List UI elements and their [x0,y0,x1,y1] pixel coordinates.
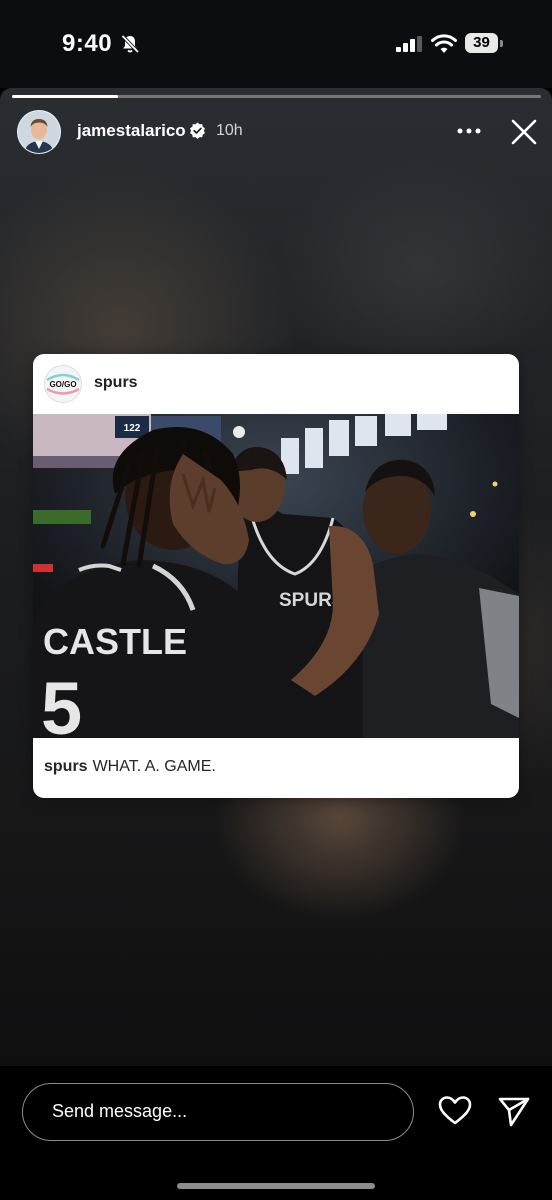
send-message-input[interactable]: Send message... [22,1083,414,1141]
story-progress-fill [12,95,118,98]
profile-avatar[interactable] [17,110,61,154]
spurs-logo-text: GO/GO [49,380,76,389]
cellular-signal-icon [396,36,422,52]
jersey-number-text: 5 [41,667,82,738]
story-viewer[interactable]: jamestalarico 10h GO/GO spurs 122 SPURS … [0,88,552,1066]
home-indicator[interactable] [177,1183,375,1189]
status-bar: 9:40 39 [0,0,552,88]
send-message-placeholder: Send message... [52,1101,188,1121]
bell-slash-icon [121,34,140,54]
spurs-logo[interactable]: GO/GO [44,365,82,403]
story-progress-bar [12,95,541,98]
close-icon[interactable] [508,116,540,148]
wifi-icon [431,34,457,53]
send-icon[interactable] [497,1095,531,1127]
story-username[interactable]: jamestalarico [77,121,186,141]
more-icon[interactable] [454,118,484,144]
shared-post-card[interactable]: GO/GO spurs 122 SPURS CASTLE 5 spurs WHA… [33,354,519,798]
battery-level: 39 [465,33,498,53]
post-photo[interactable]: 122 SPURS CASTLE 5 [33,414,519,738]
post-caption: spurs WHAT. A. GAME. [44,758,216,776]
caption-username[interactable]: spurs [44,758,88,775]
post-account-name[interactable]: spurs [94,374,138,392]
jersey-name-text: CASTLE [43,621,187,662]
heart-icon[interactable] [438,1095,472,1127]
scoreboard-text: 122 [124,423,141,434]
status-time: 9:40 [62,30,113,57]
caption-text: WHAT. A. GAME. [92,758,216,775]
post-header: GO/GO spurs [33,354,519,414]
story-age: 10h [216,122,243,139]
verified-badge-icon [190,122,205,139]
reply-bar: Send message... [0,1066,552,1200]
battery-icon: 39 [465,33,505,55]
